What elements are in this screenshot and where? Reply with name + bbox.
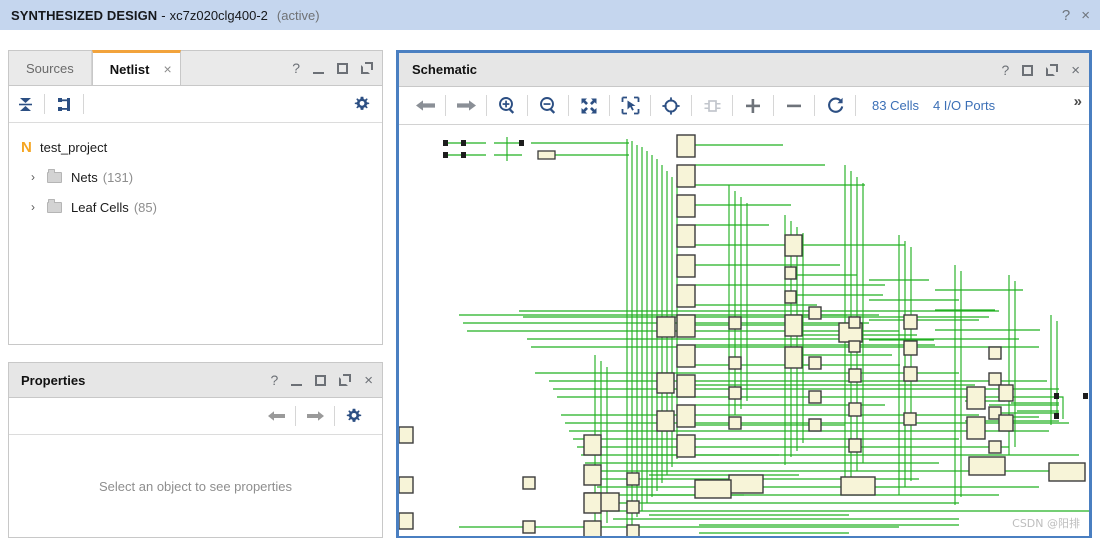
- hierarchy-icon[interactable]: [48, 91, 80, 117]
- help-icon[interactable]: ?: [1001, 62, 1009, 78]
- minimize-icon[interactable]: [313, 63, 324, 74]
- toolbar-divider-5: [609, 95, 610, 116]
- tree-nets-count: (131): [102, 169, 134, 185]
- toolbar-divider-6: [650, 95, 651, 116]
- toolbar-divider-8: [732, 95, 733, 116]
- zoom-in-icon[interactable]: [489, 92, 525, 120]
- toolbar-divider: [44, 94, 45, 114]
- folder-icon: [47, 168, 62, 183]
- tree-root-label: test_project: [40, 139, 108, 155]
- folder-icon: [47, 198, 62, 213]
- window-title-bar: SYNTHESIZED DESIGN - xc7z020clg400-2 (ac…: [0, 0, 1100, 30]
- tree-row-root[interactable]: N test_project: [9, 132, 382, 162]
- toolbar-overflow-icon[interactable]: »: [1074, 93, 1082, 110]
- netlist-tabstrip: Sources Netlist × ?: [9, 50, 382, 86]
- collapse-minus-icon[interactable]: [776, 92, 812, 120]
- toolbar-divider: [445, 95, 446, 116]
- tree-row-leaf-cells[interactable]: › Leaf Cells (85): [9, 192, 382, 222]
- tree-nets-label: Nets: [71, 169, 98, 185]
- cell-pins-icon: [694, 92, 730, 120]
- tab-sources[interactable]: Sources: [9, 51, 92, 85]
- maximize-icon[interactable]: [337, 62, 348, 74]
- io-ports-count-label[interactable]: 4 I/O Ports: [933, 98, 995, 113]
- schematic-canvas[interactable]: CSDN @阳排: [399, 125, 1089, 536]
- settings-icon[interactable]: [354, 96, 370, 112]
- schematic-panel: Schematic ? × 83 Cells 4 I/O Ports » CSD…: [396, 50, 1092, 538]
- toolbar-divider-9: [773, 95, 774, 116]
- zoom-fit-icon[interactable]: [571, 92, 607, 120]
- netlist-tree: N test_project › Nets (131) › Leaf Cells…: [9, 123, 382, 222]
- tree-leaf-cells-label: Leaf Cells: [71, 199, 129, 215]
- netlist-panel-controls: ?: [292, 51, 373, 85]
- chevron-right-icon[interactable]: ›: [31, 200, 47, 214]
- window-title: SYNTHESIZED DESIGN - xc7z020clg400-2 (ac…: [11, 8, 320, 23]
- title-device: xc7z020clg400-2: [169, 7, 268, 23]
- toolbar-divider-11: [855, 95, 856, 116]
- title-separator: -: [161, 7, 166, 23]
- help-icon[interactable]: ?: [270, 372, 278, 388]
- netlist-root-icon: N: [21, 138, 32, 156]
- schematic-title: Schematic: [412, 62, 478, 77]
- maximize-icon[interactable]: [315, 374, 327, 386]
- locate-crosshair-icon[interactable]: [653, 92, 689, 120]
- vivado-window: SYNTHESIZED DESIGN - xc7z020clg400-2 (ac…: [0, 0, 1100, 546]
- expand-plus-icon[interactable]: [735, 92, 771, 120]
- forward-arrow-icon[interactable]: [448, 92, 484, 120]
- properties-empty-message: Select an object to see properties: [99, 479, 292, 494]
- close-icon[interactable]: ×: [1071, 62, 1080, 79]
- watermark: CSDN @阳排: [1012, 517, 1080, 530]
- tree-leaf-cells-count: (85): [133, 199, 157, 215]
- zoom-out-icon[interactable]: [530, 92, 566, 120]
- tab-sources-label: Sources: [26, 60, 74, 76]
- zoom-area-icon[interactable]: [612, 92, 648, 120]
- cells-count-label[interactable]: 83 Cells: [872, 98, 919, 113]
- title-state: (active): [276, 7, 320, 23]
- help-icon[interactable]: ?: [292, 60, 300, 76]
- tree-row-nets[interactable]: › Nets (131): [9, 162, 382, 192]
- toolbar-divider-2: [486, 95, 487, 116]
- tab-netlist[interactable]: Netlist ×: [91, 50, 181, 85]
- toolbar-divider-3: [527, 95, 528, 116]
- toolbar-divider-7: [691, 95, 692, 116]
- toolbar-divider-2: [83, 94, 84, 114]
- toolbar-divider-10: [814, 95, 815, 116]
- properties-panel: Properties ? × Select an object to see p…: [8, 362, 383, 538]
- help-icon[interactable]: ?: [1062, 8, 1070, 23]
- chevron-right-icon[interactable]: ›: [31, 170, 47, 184]
- title-main: SYNTHESIZED DESIGN: [11, 7, 158, 23]
- netlist-toolbar: [9, 86, 382, 123]
- forward-arrow-icon[interactable]: [299, 403, 331, 429]
- minimize-icon[interactable]: [291, 375, 303, 386]
- maximize-icon[interactable]: [1022, 64, 1034, 76]
- float-icon[interactable]: [339, 374, 352, 386]
- schematic-panel-controls: ? ×: [1001, 53, 1080, 87]
- properties-toolbar: [9, 398, 382, 435]
- float-icon[interactable]: [1046, 64, 1059, 76]
- regenerate-icon[interactable]: [817, 92, 853, 120]
- float-icon[interactable]: [361, 62, 373, 74]
- schematic-cells: [399, 134, 1086, 536]
- properties-body: Select an object to see properties: [9, 435, 382, 538]
- collapse-all-icon[interactable]: [9, 91, 41, 117]
- properties-title: Properties: [21, 372, 86, 388]
- toolbar-divider: [295, 406, 296, 426]
- netlist-panel: Sources Netlist × ? N test_project › Net…: [8, 50, 383, 345]
- tab-netlist-label: Netlist: [109, 61, 150, 77]
- tab-close-icon[interactable]: ×: [163, 61, 171, 77]
- toolbar-divider-2: [334, 406, 335, 426]
- back-arrow-icon[interactable]: [260, 403, 292, 429]
- schematic-graph: [399, 134, 1089, 536]
- schematic-header: Schematic ? ×: [399, 53, 1089, 87]
- schematic-toolbar: 83 Cells 4 I/O Ports »: [399, 87, 1089, 125]
- settings-icon[interactable]: [338, 403, 370, 429]
- properties-panel-controls: ? ×: [270, 363, 373, 397]
- close-icon[interactable]: ×: [1081, 8, 1090, 23]
- properties-header: Properties ? ×: [9, 363, 382, 398]
- window-controls: ? ×: [1062, 0, 1090, 30]
- back-arrow-icon[interactable]: [407, 92, 443, 120]
- toolbar-divider-4: [568, 95, 569, 116]
- close-icon[interactable]: ×: [364, 372, 373, 389]
